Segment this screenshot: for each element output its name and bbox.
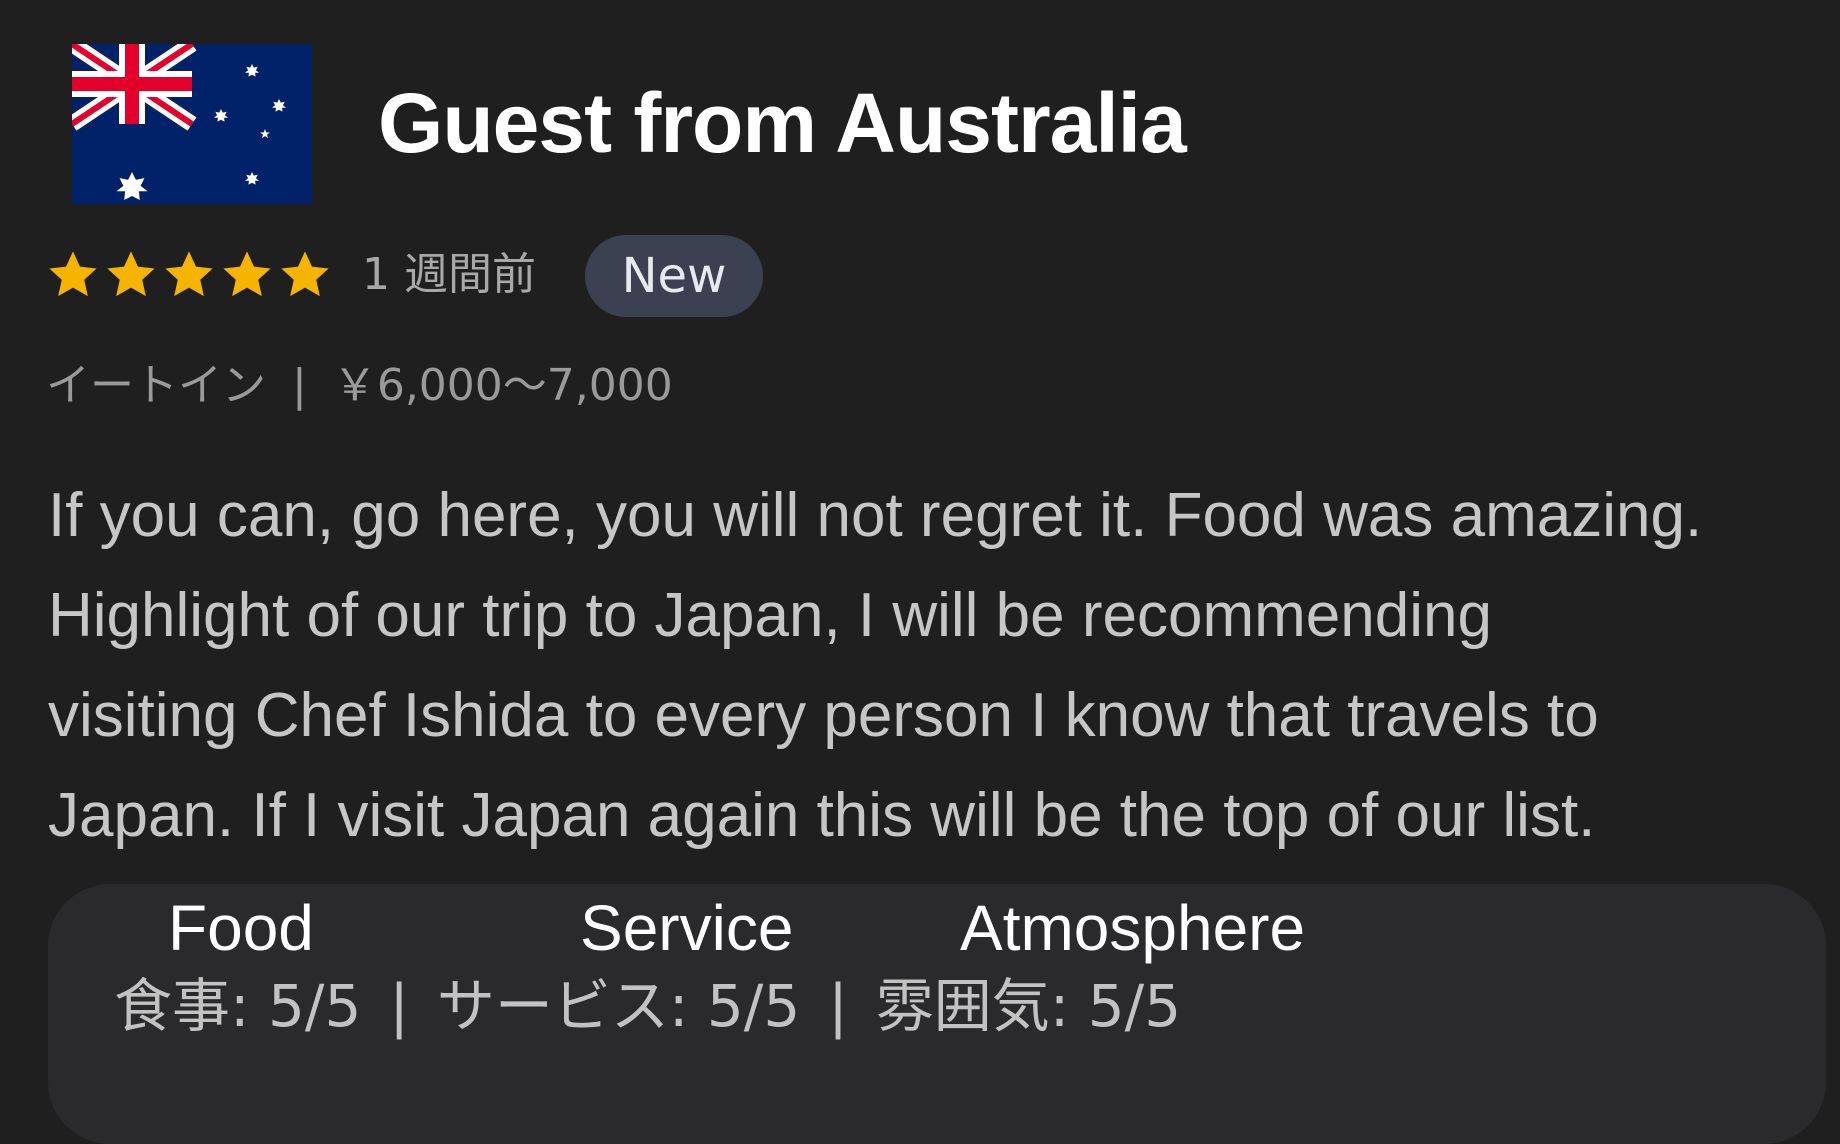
food-label: Food — [168, 892, 314, 964]
atmosphere-score: 5/5 — [1087, 972, 1182, 1040]
service-label: Service — [580, 892, 794, 964]
star-icon — [49, 251, 97, 297]
new-badge: New — [585, 235, 763, 317]
food-score: 5/5 — [268, 972, 362, 1040]
star-rating — [46, 248, 332, 302]
service-score-label: サービス — [436, 972, 669, 1040]
australia-flag-icon — [72, 44, 312, 204]
atmosphere-score-label: 雰囲気 — [875, 972, 1050, 1040]
divider: | — [828, 972, 848, 1040]
price-range: ￥6,000〜7,000 — [332, 360, 673, 411]
star-icon — [107, 251, 155, 297]
dining-type: イートイン — [46, 360, 266, 411]
sub-ratings-scores: 食事: 5/5 | サービス: 5/5 | 雰囲気: 5/5 — [114, 972, 1182, 1040]
star-icon — [165, 251, 213, 297]
divider: | — [292, 360, 307, 411]
food-score-label: 食事 — [114, 972, 231, 1040]
star-icon — [223, 251, 271, 297]
divider: | — [389, 972, 409, 1040]
review-line: Japan. If I visit Japan again this will … — [48, 781, 1596, 850]
review-time-ago: 1 週間前 — [362, 249, 536, 300]
review-text: If you can, go here, you will not regret… — [48, 466, 1828, 866]
atmosphere-label: Atmosphere — [960, 892, 1306, 964]
reviewer-name: Guest from Australia — [378, 76, 1187, 170]
dining-info: イートイン | ￥6,000〜7,000 — [46, 358, 673, 414]
review-line: Highlight of our trip to Japan, I will b… — [48, 581, 1492, 650]
service-score: 5/5 — [706, 972, 801, 1040]
review-line: If you can, go here, you will not regret… — [48, 481, 1703, 550]
review-line: visiting Chef Ishida to every person I k… — [48, 681, 1599, 750]
star-icon — [281, 251, 329, 297]
